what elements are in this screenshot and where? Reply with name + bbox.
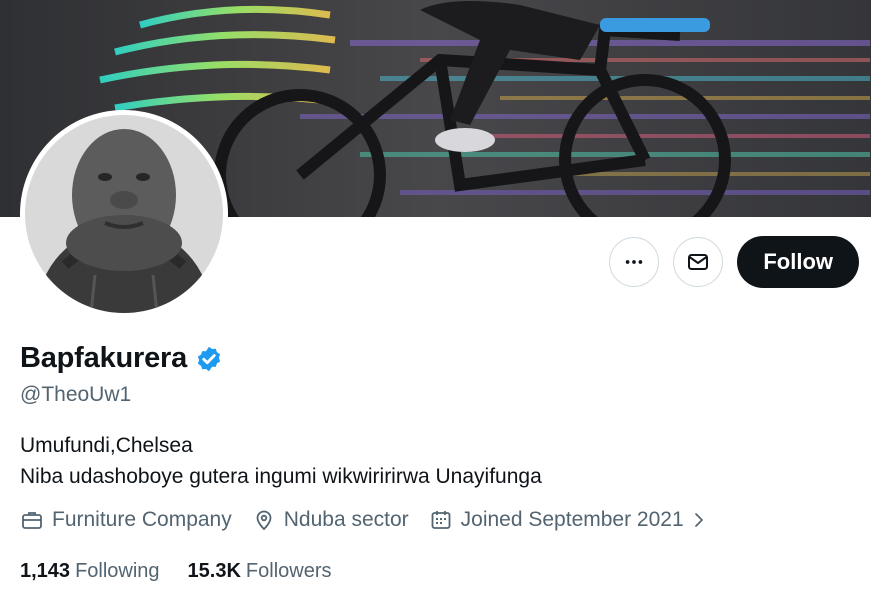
following-label: Following (75, 560, 160, 582)
profile-meta: Furniture Company Nduba sector Joined Se… (20, 508, 728, 532)
profile-category: Furniture Company (20, 508, 232, 532)
chevron-right-icon (694, 513, 703, 527)
avatar-image (25, 115, 223, 313)
profile-location: Nduba sector (252, 508, 409, 532)
message-button[interactable] (673, 237, 724, 287)
profile-handle: @TheoUw1 (20, 383, 132, 406)
location-text: Nduba sector (283, 508, 409, 531)
followers-link[interactable]: 15.3K Followers (188, 560, 332, 583)
joined-text: Joined September 2021 (460, 508, 684, 531)
bio-line: Umufundi,Chelsea (20, 434, 193, 457)
location-pin-icon (256, 510, 272, 531)
following-count: 1,143 (20, 560, 71, 582)
following-link[interactable]: 1,143 Following (20, 560, 160, 583)
followers-label: Followers (245, 560, 332, 582)
followers-count: 15.3K (187, 560, 241, 582)
briefcase-icon (22, 512, 42, 529)
more-icon (626, 260, 643, 264)
profile-stats: 1,143 Following 15.3K Followers (20, 560, 360, 583)
profile-name-row: Bapfakurera (20, 342, 223, 375)
profile-joined[interactable]: Joined September 2021 (429, 508, 708, 532)
category-text: Furniture Company (52, 508, 232, 531)
calendar-icon (431, 511, 451, 529)
mail-icon (688, 254, 709, 270)
profile-actions: Follow (609, 236, 859, 288)
follow-button[interactable]: Follow (737, 236, 859, 288)
more-button[interactable] (609, 237, 660, 287)
profile-bio: Umufundi,Chelsea Niba udashoboye gutera … (20, 430, 542, 492)
profile-name: Bapfakurera (20, 342, 188, 374)
verified-badge-icon[interactable] (195, 345, 223, 373)
avatar[interactable] (20, 110, 228, 318)
bio-line: Niba udashoboye gutera ingumi wikwiririr… (20, 465, 542, 488)
